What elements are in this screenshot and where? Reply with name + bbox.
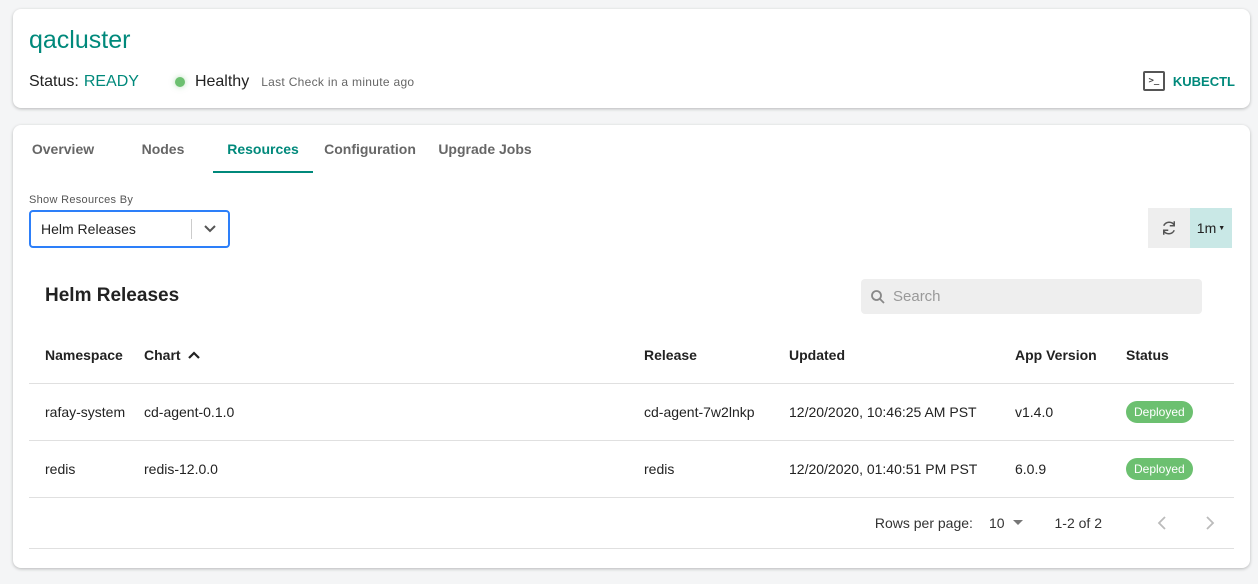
cell-chart: redis-12.0.0 — [144, 461, 218, 477]
refresh-button[interactable] — [1148, 208, 1190, 248]
tab-upgrade-jobs[interactable]: Upgrade Jobs — [427, 125, 543, 173]
table-row[interactable]: redis redis-12.0.0 redis 12/20/2020, 01:… — [29, 441, 1234, 498]
column-header-status[interactable]: Status — [1126, 347, 1234, 363]
resource-type-value: Helm Releases — [41, 221, 136, 237]
rows-per-page-label: Rows per page: — [874, 514, 973, 531]
kubectl-button[interactable]: >_ KUBECTL — [1142, 71, 1235, 91]
column-header-label: Chart — [144, 347, 181, 363]
cluster-header-card: qacluster Status: READY Healthy Last Che… — [13, 9, 1250, 108]
tab-configuration[interactable]: Configuration — [313, 125, 427, 173]
refresh-icon — [1163, 221, 1175, 235]
tab-bar: Overview Nodes Resources Configuration U… — [13, 125, 543, 173]
rows-per-page-select[interactable]: 10 — [989, 515, 1023, 531]
column-header-app-version[interactable]: App Version — [1015, 347, 1126, 363]
search-input[interactable] — [893, 288, 1193, 305]
chevron-left-icon — [1157, 515, 1166, 530]
health-status: Healthy — [194, 73, 250, 90]
rows-per-page-value: 10 — [988, 514, 1005, 531]
tab-nodes[interactable]: Nodes — [113, 125, 213, 173]
cell-release: cd-agent-7w2lnkp — [644, 404, 755, 420]
chevron-down-icon — [192, 224, 228, 234]
last-check-text: Last Check in a minute ago — [261, 75, 415, 89]
column-header-chart[interactable]: Chart — [144, 347, 644, 363]
caret-down-icon: ▼ — [1218, 224, 1226, 232]
status-value: READY — [83, 73, 139, 90]
tab-label: Resources — [227, 141, 299, 157]
table-row[interactable]: rafay-system cd-agent-0.1.0 cd-agent-7w2… — [29, 384, 1234, 441]
previous-page-button[interactable] — [1138, 503, 1186, 543]
table-title: Helm Releases — [45, 285, 180, 306]
table-header-row: Namespace Chart Release Updated App Vers… — [29, 327, 1234, 384]
tab-label: Configuration — [324, 141, 416, 157]
kubectl-label: KUBECTL — [1172, 73, 1235, 89]
tab-resources[interactable]: Resources — [213, 125, 313, 173]
next-page-button[interactable] — [1186, 503, 1234, 543]
helm-releases-table: Namespace Chart Release Updated App Vers… — [29, 327, 1234, 498]
status-badge: Deployed — [1126, 458, 1193, 480]
tab-label: Nodes — [141, 141, 185, 157]
filter-label: Show Resources By — [29, 194, 134, 206]
sort-ascending-icon — [187, 350, 201, 360]
status-row: Status: READY Healthy Last Check in a mi… — [29, 73, 414, 91]
refresh-interval-select[interactable]: 1m ▼ — [1190, 208, 1232, 248]
column-header-release[interactable]: Release — [644, 347, 789, 363]
cell-release: redis — [644, 461, 675, 477]
health-indicator-icon — [174, 77, 185, 87]
cell-namespace: redis — [45, 461, 76, 477]
cell-chart: cd-agent-0.1.0 — [144, 404, 235, 420]
tab-overview[interactable]: Overview — [13, 125, 113, 173]
column-header-namespace[interactable]: Namespace — [29, 347, 144, 363]
status-label: Status: — [29, 73, 79, 90]
cluster-title: qacluster — [29, 26, 131, 54]
refresh-interval-value: 1m — [1196, 220, 1217, 236]
status-badge: Deployed — [1126, 401, 1193, 423]
cell-updated: 12/20/2020, 01:40:51 PM PST — [789, 461, 978, 477]
column-header-updated[interactable]: Updated — [789, 347, 1015, 363]
resources-card: Overview Nodes Resources Configuration U… — [13, 125, 1250, 568]
caret-down-icon — [1012, 520, 1023, 525]
cell-status: Deployed — [1126, 401, 1234, 423]
search-icon — [869, 288, 887, 306]
tab-label: Overview — [31, 141, 95, 157]
cell-status: Deployed — [1126, 458, 1234, 480]
page-range: 1-2 of 2 — [1054, 514, 1102, 531]
refresh-controls: 1m ▼ — [1148, 208, 1232, 248]
resource-type-select[interactable]: Helm Releases — [29, 210, 230, 248]
tab-label: Upgrade Jobs — [438, 141, 532, 157]
cell-app-version: v1.4.0 — [1015, 404, 1054, 420]
chevron-right-icon — [1206, 515, 1215, 530]
search-box — [861, 279, 1202, 314]
pagination: Rows per page: 10 1-2 of 2 — [29, 497, 1234, 549]
terminal-icon: >_ — [1142, 71, 1165, 91]
cell-app-version: 6.0.9 — [1015, 461, 1047, 477]
cell-namespace: rafay-system — [45, 404, 126, 420]
cell-updated: 12/20/2020, 10:46:25 AM PST — [789, 404, 977, 420]
